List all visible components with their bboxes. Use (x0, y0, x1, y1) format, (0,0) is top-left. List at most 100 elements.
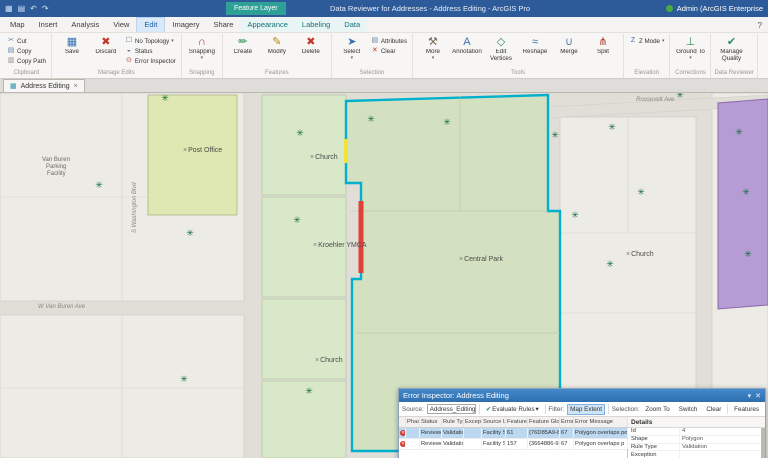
merge-button[interactable]: ∪ Merge (552, 34, 586, 56)
address-point-marker-icon[interactable]: ✳ (367, 115, 375, 124)
address-point-marker-icon[interactable]: ✳ (608, 123, 616, 132)
create-button[interactable]: ✏ Create (226, 34, 260, 56)
column-header-status[interactable]: Status (420, 417, 442, 427)
map-label: S Washington Blvd (132, 182, 138, 233)
address-point-marker-icon[interactable]: ✳ (676, 93, 684, 100)
annotation-button[interactable]: A Annotation (450, 34, 484, 56)
create-icon: ✏ (238, 36, 248, 48)
address-point-marker-icon[interactable]: ✳ (606, 260, 614, 269)
chevron-down-icon: ▾ (535, 405, 539, 413)
manage-quality-button[interactable]: ✔ Manage Quality (714, 34, 748, 62)
reshape-button[interactable]: ≈ Reshape (518, 34, 552, 56)
map-label: W Van Buren Ave (38, 304, 86, 310)
status-button[interactable]: ◒ Status (125, 47, 176, 55)
more-icon: ⚒ (428, 36, 438, 48)
address-point-marker-icon[interactable]: ✳ (305, 387, 313, 396)
panel-toolbar: Source: Address_Editing Err...▾ ✔ Evalua… (399, 402, 765, 417)
column-header-icon[interactable] (399, 417, 406, 427)
error-inspector-panel: Error Inspector: Address Editing ▾ ✕ Sou… (398, 388, 766, 458)
source-dropdown[interactable]: Address_Editing Err...▾ (426, 404, 477, 414)
snapping-button[interactable]: ∩ Snapping ▾ (185, 34, 219, 60)
tab-analysis[interactable]: Analysis (64, 18, 106, 32)
user-avatar-icon (665, 5, 673, 12)
address-point-marker-icon[interactable]: ✳ (186, 229, 194, 238)
map-extent-filter-button[interactable]: Map Extent (567, 403, 606, 415)
address-point-marker-icon[interactable]: ✳ (293, 216, 301, 225)
column-header-feature-globalid[interactable]: Feature GlobalID (528, 417, 560, 427)
clear-button[interactable]: Clear (703, 404, 724, 415)
evaluate-rules-button[interactable]: ✔ Evaluate Rules ▾ (483, 404, 542, 415)
address-point-marker-icon[interactable]: ✳ (161, 94, 169, 103)
save-button[interactable]: ▦ Save (55, 34, 89, 56)
attributes-button[interactable]: ▤ Attributes (371, 37, 407, 45)
discard-icon: ✖ (101, 36, 111, 48)
error-table-row[interactable]: ✕ReviewedValidationFacility Site61{76D85… (399, 428, 628, 439)
map-canvas[interactable]: ×Post Office Van Buren Parking Facility ×Chu… (0, 93, 768, 458)
column-header-phase[interactable]: Phase (406, 417, 420, 427)
ground-to-button[interactable]: ⊥ Ground To ▾ (673, 34, 707, 60)
tab-labeling[interactable]: Labeling (294, 18, 338, 32)
help-button[interactable]: ? (758, 21, 762, 32)
features-button[interactable]: Features (731, 404, 762, 415)
tab-view[interactable]: View (106, 18, 136, 32)
column-header-rule-type[interactable]: Rule Type (442, 417, 464, 427)
address-point-marker-icon[interactable]: ✳ (296, 129, 304, 138)
no-topology-button[interactable]: ☐ No Topology ▾ (125, 37, 176, 45)
tab-data[interactable]: Data (337, 18, 368, 32)
error-inspector-button[interactable]: ⊙ Error Inspector (125, 57, 176, 65)
tab-share[interactable]: Share (206, 18, 240, 32)
tab-edit[interactable]: Edit (136, 17, 166, 32)
address-point-marker-icon[interactable]: ✳ (551, 131, 559, 140)
copy-path-button[interactable]: ▥ Copy Path (7, 57, 46, 65)
panel-title-bar[interactable]: Error Inspector: Address Editing ▾ ✕ (399, 389, 765, 402)
tab-appearance[interactable]: Appearance (240, 18, 295, 32)
select-button[interactable]: ➤ Select ▾ (335, 34, 369, 60)
error-table-row[interactable]: ✕ReviewedValidationFacility Site157{3664… (399, 439, 628, 450)
cut-button[interactable]: ✂ Cut (7, 37, 46, 45)
redo-icon[interactable]: ↷ (42, 4, 49, 13)
modify-icon: ✎ (272, 36, 282, 48)
address-point-marker-icon[interactable]: ✳ (95, 181, 103, 190)
close-tab-icon[interactable]: × (74, 83, 78, 90)
more-button[interactable]: ⚒ More ▾ (416, 34, 450, 60)
delete-button[interactable]: ✖ Delete (294, 34, 328, 56)
attributes-icon: ▤ (371, 37, 379, 44)
address-point-marker-icon[interactable]: ✳ (180, 375, 188, 384)
panel-title: Error Inspector: Address Editing (403, 391, 509, 400)
column-header-feature-objectid[interactable]: Feature ObjectID (506, 417, 528, 427)
context-tab-group-feature-layer[interactable]: Feature Layer (226, 2, 286, 15)
tab-imagery[interactable]: Imagery (165, 18, 206, 32)
clear-button[interactable]: ✕ Clear (371, 47, 407, 55)
z-mode-button[interactable]: ZZ Mode ▾ (629, 37, 665, 45)
address-point-marker-icon[interactable]: ✳ (744, 250, 752, 259)
details-scrollbar[interactable] (761, 428, 765, 458)
copy-button[interactable]: ▤ Copy (7, 47, 46, 55)
column-header-source-layer[interactable]: Source Layer (482, 417, 506, 427)
tab-insert[interactable]: Insert (32, 18, 65, 32)
discard-button[interactable]: ✖ Discard (89, 34, 123, 56)
map-label: Van Buren (42, 157, 70, 163)
address-point-marker-icon[interactable]: ✳ (735, 128, 743, 137)
address-point-marker-icon[interactable]: ✳ (443, 118, 451, 127)
signed-in-user[interactable]: Admin (ArcGIS Enterprise (677, 4, 763, 13)
map-view-tab[interactable]: ▦ Address Editing × (3, 79, 85, 92)
tab-map[interactable]: Map (3, 18, 32, 32)
undo-icon[interactable]: ↶ (30, 4, 37, 13)
save-project-icon[interactable]: ▤ (18, 4, 26, 13)
column-header-exception[interactable]: Exception (464, 417, 482, 427)
zoom-to-button[interactable]: Zoom To (642, 404, 672, 415)
modify-button[interactable]: ✎ Modify (260, 34, 294, 56)
app-icon: ▦ (5, 4, 13, 13)
address-point-marker-icon[interactable]: ✳ (637, 188, 645, 197)
switch-button[interactable]: Switch (676, 404, 701, 415)
panel-menu-icon[interactable]: ▾ (748, 392, 752, 400)
filter-label: Filter: (548, 405, 565, 413)
address-point-marker-icon[interactable]: ✳ (742, 188, 750, 197)
column-header-error-number[interactable]: Error Number (560, 417, 574, 427)
address-point-marker-icon[interactable]: ✳ (571, 211, 579, 220)
edit-vertices-button[interactable]: ◇ Edit Vertices (484, 34, 518, 62)
save-icon: ▦ (66, 36, 78, 48)
column-header-error-message[interactable]: Error Message (574, 417, 628, 427)
panel-close-icon[interactable]: ✕ (755, 392, 761, 400)
split-button[interactable]: ⋔ Split (586, 34, 620, 56)
